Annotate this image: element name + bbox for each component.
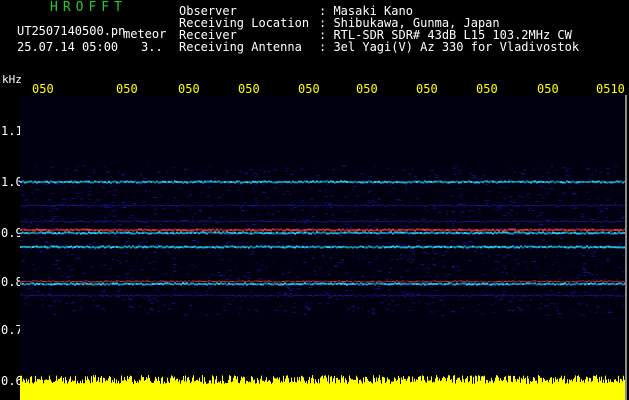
time-tick: 050 <box>238 82 260 96</box>
time-tick: 050 <box>298 82 320 96</box>
info-value: : 3el Yagi(V) Az 330 for Vladivostok <box>319 40 580 54</box>
info-key: Receiving Antenna <box>179 40 302 54</box>
amplitude-trace <box>20 375 625 400</box>
time-tick: 0510 <box>596 82 625 96</box>
count-value: 3.. <box>141 40 163 54</box>
time-tick: 050 <box>32 82 54 96</box>
file-name: UT2507140500.pn <box>17 24 126 38</box>
time-tick: 050 <box>416 82 438 96</box>
time-tick: 050 <box>116 82 138 96</box>
time-tick: 050 <box>178 82 200 96</box>
time-tick: 050 <box>356 82 378 96</box>
time-tick: 050 <box>537 82 559 96</box>
program-title: HROFFT <box>50 0 127 15</box>
amplitude-bar <box>20 375 625 400</box>
time-tick: 050 <box>476 82 498 96</box>
y-axis-unit: kHz <box>2 73 22 86</box>
plot-right-border <box>625 95 627 400</box>
meteor-label: meteor <box>123 27 167 41</box>
info-row-antenna: Receiving Antenna : 3el Yagi(V) Az 330 fo… <box>179 41 579 53</box>
date-time: 25.07.14 05:00 <box>17 40 119 54</box>
hrofft-display: HROFFT UT2507140500.pn meteor 25.07.14 0… <box>0 0 629 400</box>
spectrogram-plot <box>20 95 625 375</box>
